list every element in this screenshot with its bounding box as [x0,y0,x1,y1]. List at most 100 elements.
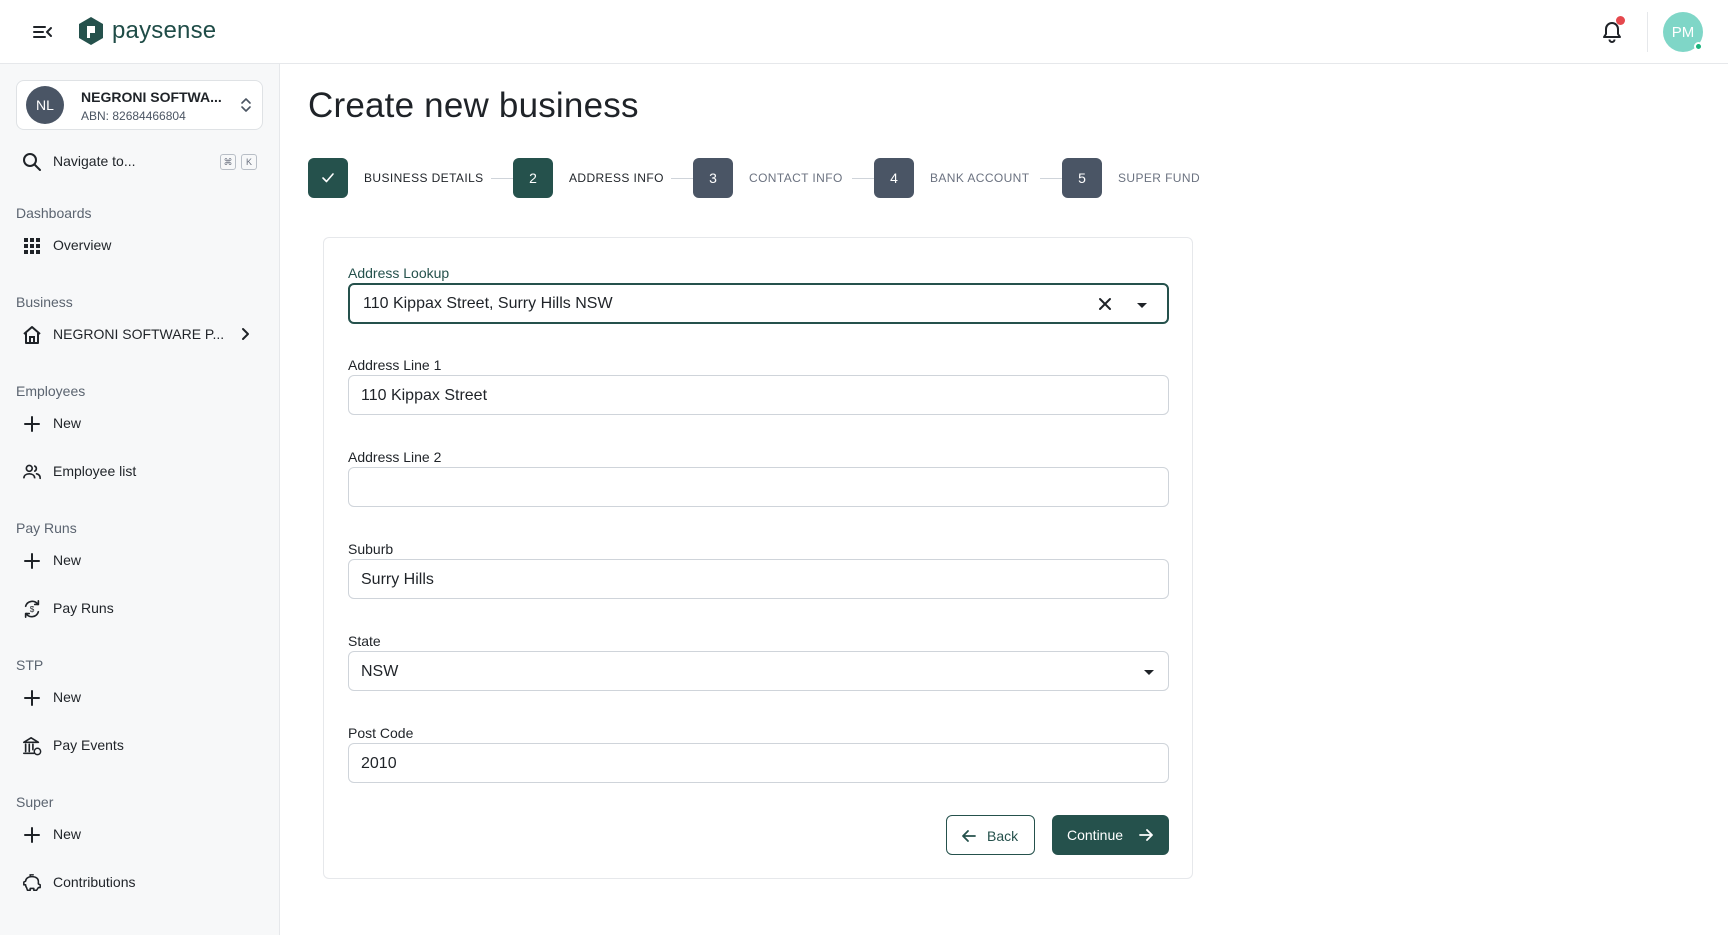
cycle-icon: $ [22,599,42,619]
plus-icon [22,551,42,571]
back-button-label: Back [987,828,1019,844]
sidebar-item-label: Pay Runs [53,600,114,616]
step-1-done-box[interactable] [308,158,348,198]
sidebar-item-label: New [53,415,82,431]
step-5-label[interactable]: SUPER FUND [1118,171,1200,185]
navigate-search[interactable]: Navigate to... ⌘ K [16,144,263,178]
org-avatar: NL [26,86,64,124]
state-value: NSW [361,663,399,680]
user-avatar[interactable]: PM [1663,12,1703,52]
svg-text:$: $ [30,605,35,614]
address-line1-label: Address Line 1 [348,357,442,373]
continue-button[interactable]: Continue [1052,815,1169,855]
chevron-right-icon [242,328,249,340]
online-status-dot [1694,42,1703,51]
section-super: Super [16,794,54,810]
check-icon [322,173,334,183]
sidebar-item-new-super[interactable]: New [16,817,263,851]
address-line2-input[interactable] [348,467,1169,507]
step-5-box[interactable]: 5 [1062,158,1102,198]
org-abn: ABN: 82684466804 [81,109,186,123]
address-line1-input[interactable]: 110 Kippax Street [348,375,1169,415]
continue-button-label: Continue [1067,827,1124,843]
sidebar-item-label: New [53,552,82,568]
bank-icon [22,736,42,756]
menu-collapse-icon[interactable] [30,19,56,45]
dropdown-caret-icon [1144,670,1154,675]
address-line2-label: Address Line 2 [348,449,442,465]
sidebar-item-contributions[interactable]: Contributions [16,865,263,899]
piggy-bank-icon [22,873,42,893]
unfold-icon [241,98,251,112]
sidebar-item-label: New [53,826,82,842]
step-1-label[interactable]: BUSINESS DETAILS [364,171,484,185]
section-dashboards: Dashboards [16,205,92,221]
address-lookup-input[interactable]: 110 Kippax Street, Surry Hills NSW [348,283,1169,324]
sidebar-item-label: Employee list [53,463,137,479]
step-connector [671,178,693,179]
section-stp: STP [16,657,44,673]
brand-name: paysense [112,17,217,44]
top-bar: paysense PM [0,0,1728,64]
state-label: State [348,633,381,649]
paysense-logo-icon [79,17,103,45]
section-employees: Employees [16,383,86,399]
arrow-left-icon [962,830,976,842]
state-select[interactable]: NSW [348,651,1169,691]
sidebar-item-label: Overview [53,237,112,253]
grid-icon [22,236,42,256]
plus-icon [22,414,42,434]
step-3-label[interactable]: CONTACT INFO [749,171,843,185]
org-switcher[interactable]: NL NEGRONI SOFTWA... ABN: 82684466804 [16,80,263,130]
suburb-input[interactable]: Surry Hills [348,559,1169,599]
back-button[interactable]: Back [946,815,1035,855]
postcode-input[interactable]: 2010 [348,743,1169,783]
dropdown-caret-icon[interactable] [1134,297,1150,313]
search-icon [23,153,41,171]
postcode-value: 2010 [361,755,397,772]
step-4-box[interactable]: 4 [874,158,914,198]
address-lookup-value: 110 Kippax Street, Surry Hills NSW [363,295,613,312]
address-form-card: Address Lookup 110 Kippax Street, Surry … [323,237,1193,879]
clear-icon[interactable] [1096,295,1114,313]
sidebar-item-new-pay-run[interactable]: New [16,543,263,577]
header-divider [1647,12,1648,52]
step-2-label[interactable]: ADDRESS INFO [569,171,664,185]
step-connector [852,178,874,179]
sidebar-item-new-employee[interactable]: New [16,406,263,440]
address-lookup-label: Address Lookup [348,265,450,281]
plus-icon [22,825,42,845]
sidebar-item-overview[interactable]: Overview [16,228,263,262]
address-line1-value: 110 Kippax Street [361,387,488,404]
sidebar-item-label: NEGRONI SOFTWARE P... [53,326,225,342]
notifications-bell-icon[interactable] [1598,16,1626,46]
brand-logo[interactable]: paysense [78,16,216,46]
people-icon [22,462,42,482]
sidebar-item-pay-runs[interactable]: $ Pay Runs [16,591,263,625]
section-business: Business [16,294,73,310]
page-title: Create new business [308,86,639,125]
sidebar-item-employee-list[interactable]: Employee list [16,454,263,488]
arrow-right-icon [1139,829,1153,841]
sidebar-item-label: New [53,689,82,705]
shortcut-k-key: K [241,154,257,170]
step-4-label[interactable]: BANK ACCOUNT [930,171,1029,185]
step-2-box[interactable]: 2 [513,158,553,198]
shortcut-cmd-key: ⌘ [220,154,236,170]
step-connector [1040,178,1062,179]
suburb-label: Suburb [348,541,394,557]
suburb-value: Surry Hills [361,571,434,588]
step-connector [491,178,513,179]
navigate-search-label: Navigate to... [53,153,136,169]
section-pay-runs: Pay Runs [16,520,77,536]
postcode-label: Post Code [348,725,414,741]
sidebar-item-label: Contributions [53,874,136,890]
step-3-box[interactable]: 3 [693,158,733,198]
sidebar-item-business[interactable]: NEGRONI SOFTWARE P... [16,317,263,351]
sidebar-item-new-stp[interactable]: New [16,680,263,714]
sidebar-item-pay-events[interactable]: Pay Events [16,728,263,762]
sidebar-item-label: Pay Events [53,737,124,753]
org-name: NEGRONI SOFTWA... [81,89,222,105]
sidebar: NL NEGRONI SOFTWA... ABN: 82684466804 Na… [0,64,280,935]
user-initials: PM [1671,23,1695,41]
